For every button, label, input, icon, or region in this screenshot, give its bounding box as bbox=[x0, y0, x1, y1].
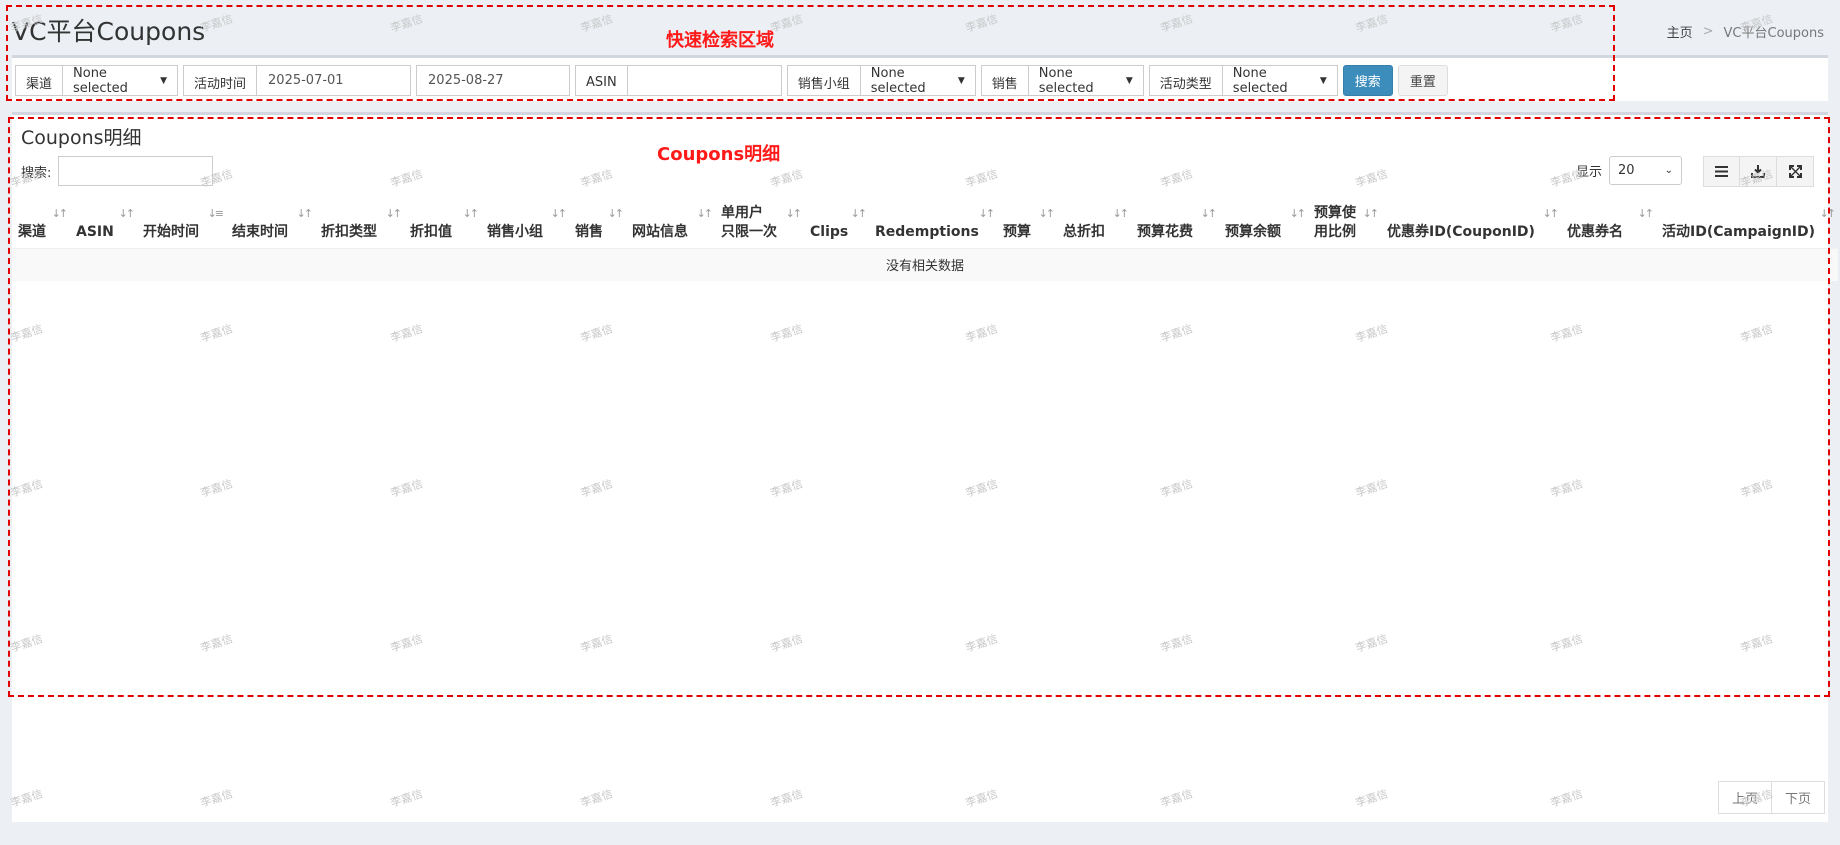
search-area-annotation: 快速检索区域 bbox=[666, 30, 774, 51]
detail-area-annotation-box bbox=[8, 117, 1830, 697]
breadcrumb-home[interactable]: 主页 bbox=[1667, 22, 1693, 41]
next-page-button[interactable]: 下页 bbox=[1771, 781, 1825, 814]
search-area-annotation-box bbox=[6, 5, 1615, 101]
breadcrumb-current: VC平台Coupons bbox=[1723, 26, 1824, 41]
detail-area-annotation: Coupons明细 bbox=[657, 144, 781, 165]
pagination: 上页 下页 bbox=[1717, 781, 1825, 814]
breadcrumb-separator: > bbox=[1702, 24, 1714, 39]
prev-page-button[interactable]: 上页 bbox=[1717, 781, 1772, 814]
breadcrumb: 主页 > VC平台Coupons bbox=[1667, 22, 1824, 41]
